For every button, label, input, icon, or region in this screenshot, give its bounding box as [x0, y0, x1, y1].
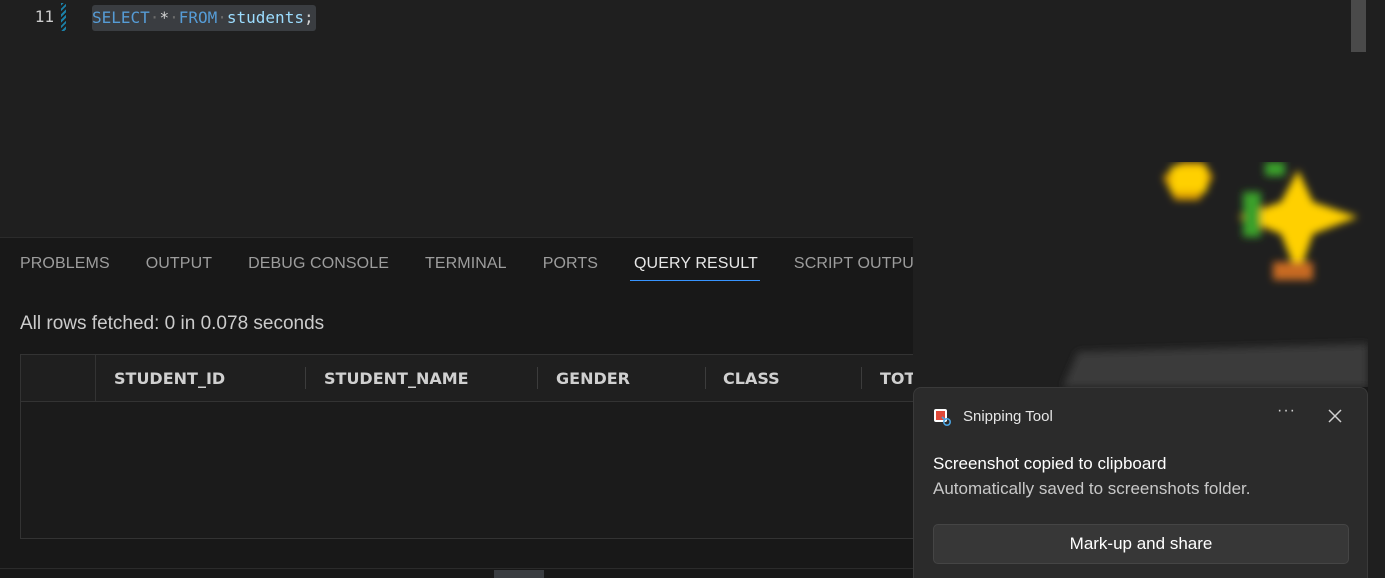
- tab-query-result[interactable]: QUERY RESULT: [630, 255, 760, 281]
- editor-scrollbar-thumb[interactable]: [1351, 0, 1366, 52]
- notification-body: Automatically saved to screenshots folde…: [933, 479, 1251, 498]
- column-header-gender[interactable]: GENDER: [556, 369, 630, 388]
- close-icon[interactable]: [1325, 406, 1345, 426]
- tab-problems[interactable]: PROBLEMS: [20, 255, 110, 279]
- notification-title: Screenshot copied to clipboard: [933, 454, 1167, 473]
- table-name: students: [226, 8, 304, 27]
- status-bar-item-highlight[interactable]: [494, 570, 544, 578]
- result-grid-header: STUDENT_ID STUDENT_NAME GENDER CLASS TOT…: [21, 355, 919, 402]
- semicolon: ;: [303, 8, 314, 27]
- background-pixel-art-image: [913, 162, 1368, 387]
- column-divider[interactable]: [305, 367, 306, 389]
- column-header-class[interactable]: CLASS: [723, 369, 780, 388]
- snipping-tool-icon: [933, 408, 952, 427]
- line-number: 11: [34, 7, 54, 26]
- row-number-column-divider: [95, 355, 96, 402]
- mark-up-and-share-button[interactable]: Mark-up and share: [933, 524, 1349, 564]
- pixel-art-stars-graphic: [1063, 162, 1368, 387]
- tab-script-output[interactable]: SCRIPT OUTPUT: [794, 255, 924, 279]
- tab-output[interactable]: OUTPUT: [146, 255, 212, 279]
- column-header-student-id[interactable]: STUDENT_ID: [114, 369, 225, 388]
- column-header-student-name[interactable]: STUDENT_NAME: [324, 369, 469, 388]
- select-star: *: [159, 8, 170, 27]
- tab-ports[interactable]: PORTS: [543, 255, 598, 279]
- column-divider[interactable]: [705, 367, 706, 389]
- modified-line-gutter-indicator[interactable]: [61, 3, 66, 31]
- snipping-tool-notification[interactable]: Snipping Tool ··· Screenshot copied to c…: [913, 387, 1368, 578]
- more-options-icon[interactable]: ···: [1277, 402, 1295, 426]
- tab-debug-console[interactable]: DEBUG CONSOLE: [248, 255, 389, 279]
- panel-tab-bar: PROBLEMS OUTPUT DEBUG CONSOLE TERMINAL P…: [20, 255, 1019, 281]
- query-status-text: All rows fetched: 0 in 0.078 seconds: [20, 313, 325, 334]
- tab-terminal[interactable]: TERMINAL: [425, 255, 507, 279]
- result-grid[interactable]: STUDENT_ID STUDENT_NAME GENDER CLASS TOT…: [20, 354, 920, 539]
- keyword-select: SELECT: [92, 8, 150, 27]
- sql-statement-line[interactable]: SELECT·*·FROM·students;: [92, 5, 316, 31]
- column-divider[interactable]: [861, 367, 862, 389]
- notification-app-name: Snipping Tool: [963, 408, 1053, 425]
- keyword-from: FROM: [178, 8, 218, 27]
- column-divider[interactable]: [537, 367, 538, 389]
